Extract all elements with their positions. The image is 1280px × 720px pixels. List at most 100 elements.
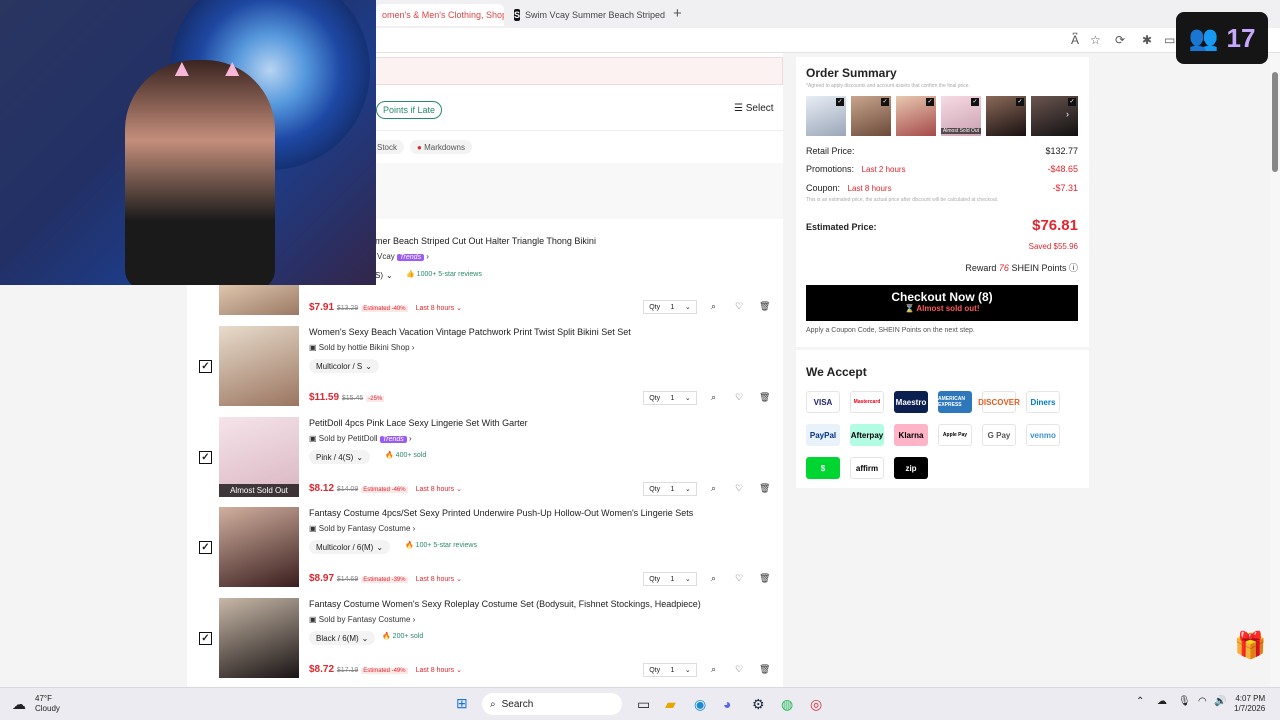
item-checkbox[interactable]: ✓ <box>199 360 212 373</box>
quantity-select[interactable]: Qty 1 ⌄ <box>643 572 697 586</box>
spotify-icon[interactable]: ◍ <box>781 696 793 713</box>
deal-timer-text: Last 8 hours <box>415 486 455 493</box>
obs-icon[interactable]: ◎ <box>810 696 822 713</box>
product-title[interactable]: Women's Sexy Beach Vacation Vintage Patc… <box>309 327 631 337</box>
product-seller[interactable]: ▣ Sold by hottie Bikini Shop › <box>309 343 414 352</box>
volume-icon[interactable]: 🔊 <box>1214 696 1226 707</box>
product-variant[interactable]: Multicolor / S ⌄ <box>309 359 379 373</box>
info-icon[interactable]: ⓘ <box>1069 263 1078 273</box>
system-clock[interactable]: 4:07 PM 1/7/2026 <box>1234 694 1265 714</box>
item-checkbox[interactable]: ✓ <box>199 451 212 464</box>
summary-thumb[interactable]: ✓ <box>986 96 1026 136</box>
tab-shein-clothing[interactable]: omen's & Men's Clothing, Shop ✕ <box>376 4 504 26</box>
product-seller[interactable]: ▣ Sold by Fantasy Costume › <box>309 615 415 624</box>
price-line: $8.97 $14.69 Estimated -39% Last 8 hours ⌄ <box>309 573 462 584</box>
split-screen-icon[interactable]: ▭ <box>1164 33 1175 47</box>
find-similar-icon[interactable]: ⌕ <box>711 392 716 403</box>
seller-name: Sold by Fantasy Costume <box>318 615 411 624</box>
quantity-select[interactable]: Qty 1 ⌄ <box>643 300 697 314</box>
delete-trash-icon[interactable]: 🗑 <box>759 664 770 675</box>
product-image[interactable] <box>219 598 299 678</box>
delete-trash-icon[interactable]: 🗑 <box>759 573 770 584</box>
hourglass-icon: ⌛ <box>904 304 915 313</box>
original-price: $15.45 <box>341 395 364 402</box>
we-accept-title: We Accept <box>806 365 867 379</box>
delete-trash-icon[interactable]: 🗑 <box>759 301 770 312</box>
microphone-icon[interactable]: 🎙 <box>1178 696 1191 707</box>
flame-icon: ● <box>417 142 422 152</box>
steam-icon[interactable]: ⚙ <box>752 696 765 713</box>
show-hidden-icons-icon[interactable]: ⌃ <box>1136 696 1144 707</box>
chevron-down-icon: ⌄ <box>361 633 369 643</box>
checkout-button[interactable]: Checkout Now (8) ⌛ Almost sold out! <box>806 285 1078 321</box>
find-similar-icon[interactable]: ⌕ <box>711 301 716 312</box>
product-variant[interactable]: Black / 6(M) ⌄ <box>309 631 376 645</box>
find-similar-icon[interactable]: ⌕ <box>711 573 716 584</box>
product-title[interactable]: mer Beach Striped Cut Out Halter Triangl… <box>375 236 596 246</box>
wishlist-heart-icon[interactable]: ♡ <box>735 392 743 403</box>
product-variant[interactable]: Multicolor / 6(M) ⌄ <box>309 540 391 554</box>
product-image[interactable] <box>219 285 299 315</box>
summary-thumb[interactable]: ✓ Almost Sold Out <box>941 96 981 136</box>
windows-start-icon[interactable]: ⊞ <box>456 695 468 712</box>
new-tab-icon[interactable]: + <box>673 5 682 22</box>
flame-icon: 🔥 <box>405 542 414 549</box>
cloud-icon[interactable]: ☁ <box>12 696 26 713</box>
product-variant[interactable]: Pink / 4(S) ⌄ <box>309 450 371 464</box>
product-title[interactable]: Fantasy Costume 4pcs/Set Sexy Printed Un… <box>309 508 693 518</box>
extensions-puzzle-icon[interactable]: ✱ <box>1142 33 1152 47</box>
summary-thumb[interactable]: ✓ <box>896 96 936 136</box>
tab-swim-vcay[interactable]: S Swim Vcay Summer Beach Striped ✕ <box>508 4 668 26</box>
item-checkbox[interactable]: ✓ <box>199 632 212 645</box>
weather-widget[interactable]: 47°F Cloudy <box>35 694 60 714</box>
wishlist-heart-icon[interactable]: ♡ <box>735 573 743 584</box>
product-seller[interactable]: Vcay Trends › <box>377 252 429 261</box>
wishlist-heart-icon[interactable]: ♡ <box>735 664 743 675</box>
delete-trash-icon[interactable]: 🗑 <box>759 392 770 403</box>
saved-amount: Saved $55.96 <box>1028 242 1078 251</box>
read-aloud-icon[interactable]: A͆ <box>1071 33 1079 47</box>
item-checkbox[interactable]: ✓ <box>199 541 212 554</box>
original-price: $13.29 <box>336 305 359 312</box>
chevron-right-icon[interactable]: › <box>1066 109 1069 119</box>
scrollbar-thumb[interactable] <box>1272 72 1278 172</box>
gift-icon[interactable]: 🎁 <box>1234 630 1266 661</box>
product-title[interactable]: Fantasy Costume Women's Sexy Roleplay Co… <box>309 599 701 609</box>
task-view-icon[interactable]: ▭ <box>637 696 650 713</box>
quantity-select[interactable]: Qty 1 ⌄ <box>643 663 697 677</box>
edge-icon[interactable]: ◉ <box>694 696 706 713</box>
store-icon: ▣ <box>309 524 317 533</box>
favorite-star-icon[interactable]: ☆ <box>1090 33 1101 47</box>
summary-thumb[interactable]: ✓ <box>851 96 891 136</box>
delete-trash-icon[interactable]: 🗑 <box>759 483 770 494</box>
deal-timer: Last 8 hours ⌄ <box>415 486 462 493</box>
product-variant[interactable]: S) ⌄ <box>375 268 393 282</box>
find-similar-icon[interactable]: ⌕ <box>711 483 716 494</box>
quantity-select[interactable]: Qty 1 ⌄ <box>643 482 697 496</box>
product-image[interactable] <box>219 507 299 587</box>
product-image[interactable]: Almost Sold Out <box>219 417 299 497</box>
find-similar-icon[interactable]: ⌕ <box>711 664 716 675</box>
product-title[interactable]: PetitDoll 4pcs Pink Lace Sexy Lingerie S… <box>309 418 528 428</box>
network-icon[interactable]: ☁ <box>1157 696 1167 707</box>
promotions-value[interactable]: -$48.65 <box>1047 164 1078 174</box>
file-explorer-icon[interactable]: ▰ <box>665 696 676 713</box>
wishlist-heart-icon[interactable]: ♡ <box>735 301 743 312</box>
chip-markdowns[interactable]: ● Markdowns <box>410 140 472 154</box>
product-seller[interactable]: ▣ Sold by Fantasy Costume › <box>309 524 415 533</box>
payment-method-discover-icon: DISCOVER <box>978 391 1020 413</box>
product-image[interactable] <box>219 326 299 406</box>
discord-icon[interactable]: ◕ <box>723 696 731 712</box>
taskbar-search[interactable]: ⌕ Search <box>482 693 622 715</box>
wishlist-heart-icon[interactable]: ♡ <box>735 483 743 494</box>
points-if-late-badge[interactable]: Points if Late <box>376 101 443 119</box>
reward-text: Reward <box>965 263 997 273</box>
wifi-icon[interactable]: ◠ <box>1198 696 1207 707</box>
coupon-value[interactable]: -$7.31 <box>1052 183 1078 193</box>
select-button[interactable]: ☰ Select <box>734 103 774 114</box>
summary-thumb[interactable]: ✓ <box>806 96 846 136</box>
summary-thumb[interactable]: ✓ <box>1031 96 1078 136</box>
quantity-select[interactable]: Qty 1 ⌄ <box>643 391 697 405</box>
product-seller[interactable]: ▣ Sold by PetitDoll Trends › <box>309 434 412 443</box>
extension-icon[interactable]: ⟳ <box>1115 33 1125 47</box>
